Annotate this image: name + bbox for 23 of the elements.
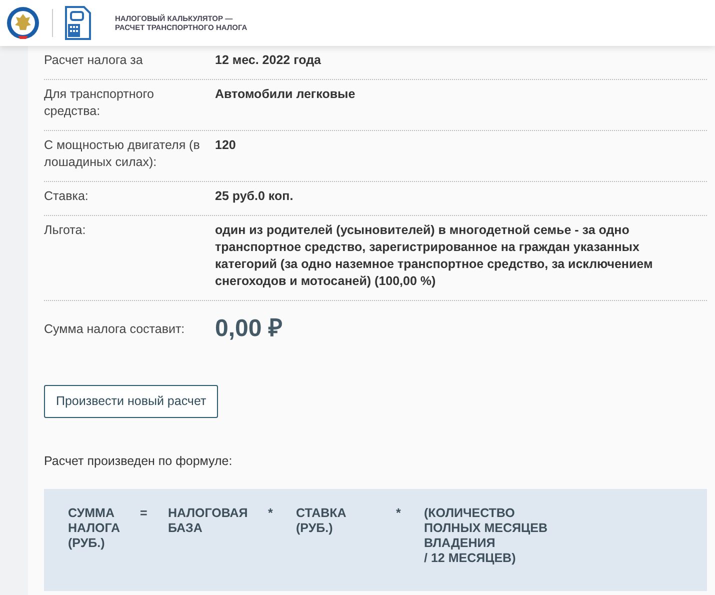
field-label: Для транспортного средства: xyxy=(44,86,155,120)
calculator-document-icon xyxy=(65,6,91,40)
field-value: 12 мес. 2022 года xyxy=(215,52,322,69)
emblem-icon xyxy=(6,6,40,40)
field-label: Расчет налога за xyxy=(44,52,144,69)
formula-term: (КОЛИЧЕСТВО ПОЛНЫХ МЕСЯЦЕВ ВЛАДЕНИЯ / 12 МЕСЯЦЕВ) xyxy=(424,506,548,567)
formula-operator: = xyxy=(140,506,148,522)
formula-operator: * xyxy=(268,506,274,522)
formula-term: СТАВКА (РУБ.) xyxy=(296,506,348,537)
total-amount: 0,00 ₽ xyxy=(215,314,282,344)
field-label: Ставка: xyxy=(44,188,90,205)
field-label: С мощностью двигателя (в лошадиных силах): xyxy=(44,137,201,171)
formula-term: СУММА НАЛОГА (РУБ.) xyxy=(68,506,122,552)
field-value: 25 руб.0 коп. xyxy=(215,188,294,205)
formula-caption: Расчет произведен по формуле: xyxy=(44,452,234,470)
field-label: Льгота: xyxy=(44,222,87,239)
total-label: Сумма налога составит: xyxy=(44,320,186,338)
field-value: Автомобили легковые xyxy=(215,86,356,103)
formula-term: НАЛОГОВАЯ БАЗА xyxy=(168,506,249,536)
field-value: 120 xyxy=(215,137,237,154)
formula-operator: * xyxy=(396,506,402,522)
new-calculation-button[interactable]: Произвести новый расчет xyxy=(44,385,218,418)
field-value: один из родителей (усыновителей) в многодетной семье - за одно транспортное средство, зарегистрированное на граждан указанных категорий (за одно наземное транспортное средство, за исключением снегоходов и мотосаней) (100,00 %) xyxy=(215,222,654,290)
